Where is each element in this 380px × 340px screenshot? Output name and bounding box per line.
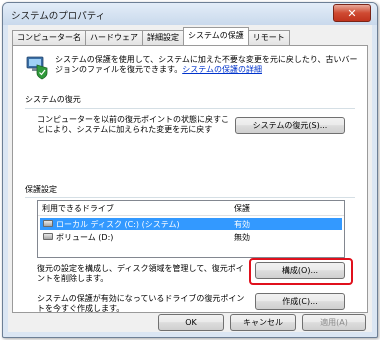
system-protection-help-link[interactable]: システムの保護の詳細 [182,65,262,74]
create-button[interactable]: 作成(C)... [255,293,345,310]
drive-name: ローカル ディスク (C:) (システム) [56,220,180,229]
column-protection[interactable]: 保護 [234,203,250,214]
tab-strip: コンピューター名 ハードウェア 詳細設定 システムの保護 リモート [12,27,290,45]
divider [25,197,355,198]
system-restore-description: コンピューターを以前の復元ポイントの状態に戻すことにより、システムに加えられた変… [37,115,229,134]
create-description: システムの保護が有効になっているドライブの復元ポイントを今すぐ作成します。 [37,294,245,313]
ok-button[interactable]: OK [158,314,224,331]
title-bar[interactable]: システムのプロパティ ✕ [3,3,377,25]
drive-protection-status: 有効 [234,220,250,229]
window-title: システムのプロパティ [11,11,106,22]
tab-hardware[interactable]: ハードウェア [85,30,143,45]
configure-description: 復元の設定を構成し、ディスク領域を管理して、復元ポイントを削除します。 [37,264,244,283]
tab-advanced[interactable]: 詳細設定 [142,30,184,45]
drive-row-c[interactable]: ローカル ディスク (C:) (システム) 有効 [40,218,342,230]
drive-icon [43,233,53,240]
column-available-drives[interactable]: 利用できるドライブ [42,203,114,214]
tab-system-protection[interactable]: システムの保護 [183,27,249,45]
protection-settings-group-title: 保護設定 [25,185,57,194]
cancel-button[interactable]: キャンセル [230,314,296,331]
apply-button[interactable]: 適用(A) [302,314,366,331]
tab-computer-name[interactable]: コンピューター名 [12,30,86,45]
drive-icon [43,220,53,227]
system-protection-panel: システムの保護を使用して、システムに加えた不要な変更を元に戻したり、古いバージョ… [12,45,368,313]
configure-button[interactable]: 構成(O)... [255,262,345,279]
drive-row-d[interactable]: ボリューム (D:) 無効 [40,231,342,243]
close-icon: ✕ [347,6,357,20]
drive-protection-status: 無効 [234,233,250,242]
drive-name: ボリューム (D:) [56,233,114,242]
system-properties-window: システムのプロパティ ✕ コンピューター名 ハードウェア 詳細設定 システムの保… [2,2,378,338]
drive-list[interactable]: 利用できるドライブ 保護 ローカル ディスク (C:) (システム) 有効 ボリ… [37,200,345,258]
dialog-client-area: コンピューター名 ハードウェア 詳細設定 システムの保護 リモート システムの保… [8,25,372,332]
drive-list-header: 利用できるドライブ 保護 [38,201,344,216]
system-restore-button[interactable]: システムの復元(S)... [235,117,345,134]
divider [25,108,355,109]
system-restore-group-title: システムの復元 [25,95,81,104]
close-button[interactable]: ✕ [333,4,371,22]
intro-text: システムの保護を使用して、システムに加えた不要な変更を元に戻したり、古いバージョ… [55,55,361,75]
system-protection-icon [26,56,48,80]
tab-remote[interactable]: リモート [247,30,290,45]
